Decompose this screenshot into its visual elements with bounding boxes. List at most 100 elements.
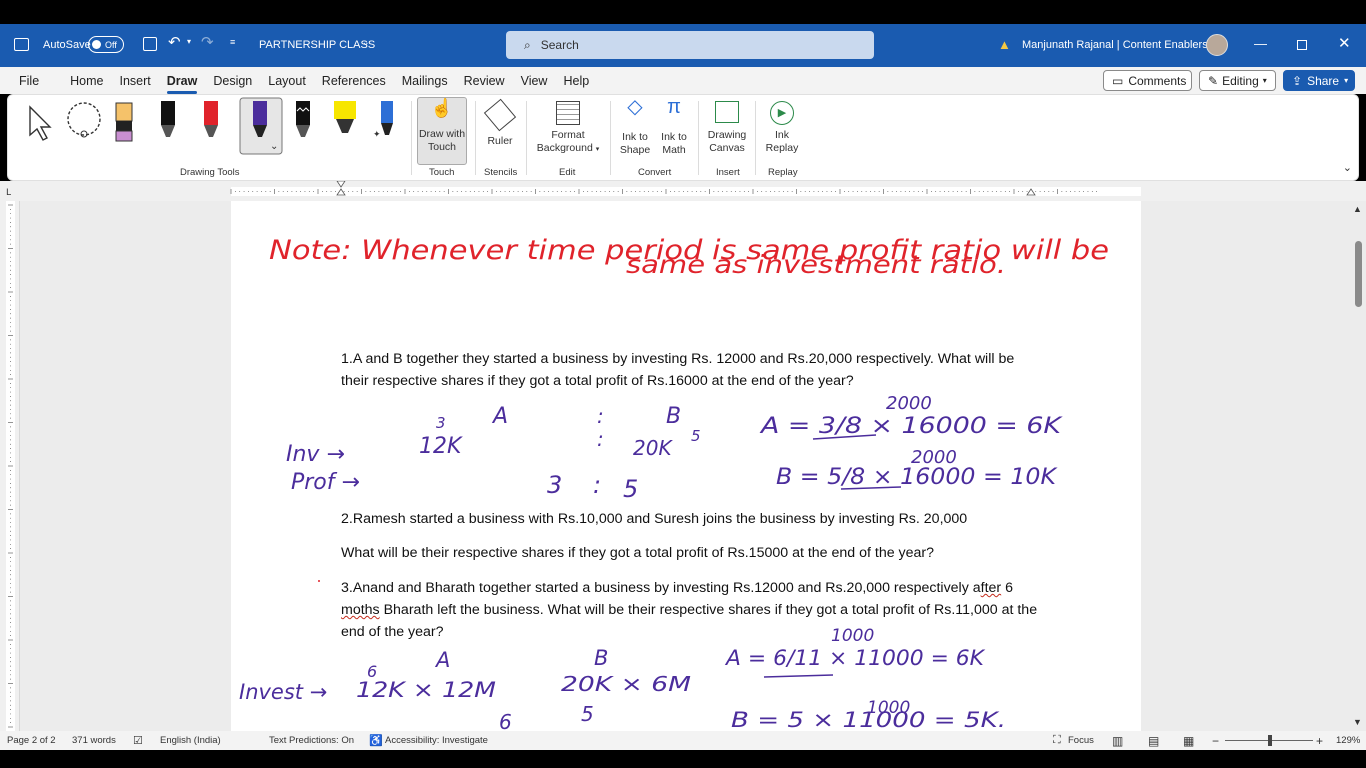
q3-misspelled-moths[interactable]: moths	[341, 602, 380, 618]
question-2-line2: What will be their respective shares if …	[341, 545, 935, 561]
editing-button[interactable]: ✎ Editing ▾	[1199, 70, 1276, 91]
redo-icon[interactable]: ↷	[201, 33, 214, 51]
tab-view[interactable]: View	[512, 74, 557, 88]
accessibility-status[interactable]: Accessibility: Investigate	[385, 735, 488, 746]
read-mode-icon[interactable]: ▥	[1112, 734, 1123, 748]
highlighter-icon[interactable]	[334, 101, 356, 133]
pattern-pen-icon[interactable]	[296, 101, 310, 137]
ink-b-label: B	[666, 404, 681, 429]
document-page[interactable]: Note: Whenever time period is same profi…	[231, 201, 1141, 731]
share-button[interactable]: ⇪ Share ▾	[1283, 70, 1355, 91]
horizontal-ruler[interactable]: L	[0, 180, 1366, 201]
avatar[interactable]	[1206, 34, 1228, 56]
restore-icon[interactable]	[1297, 40, 1307, 50]
separator	[411, 101, 412, 175]
scroll-down-icon[interactable]: ▼	[1353, 717, 1362, 727]
ink-replay-button[interactable]: ▶ Ink Replay	[764, 101, 800, 155]
proofing-icon[interactable]: ☑	[133, 734, 143, 747]
focus-button[interactable]: Focus	[1068, 735, 1094, 746]
language[interactable]: English (India)	[160, 735, 221, 746]
black-pen-icon[interactable]	[161, 101, 175, 137]
chevron-down-icon: ▾	[1344, 76, 1349, 85]
ruler-label: Ruler	[487, 135, 513, 147]
question-2-line1: 2.Ramesh started a business with Rs.10,0…	[341, 511, 968, 527]
ink-to-math-button[interactable]: π Ink to Math	[656, 97, 692, 157]
autosave-state: Off	[105, 39, 117, 50]
draw-with-touch-button[interactable]: ☝ Draw with Touch	[417, 97, 467, 165]
title-dropdown-icon[interactable]: ⌄	[362, 37, 370, 48]
tab-home[interactable]: Home	[61, 74, 112, 88]
tab-insert[interactable]: Insert	[111, 74, 160, 88]
vertical-ruler-ticks	[6, 201, 15, 767]
document-title[interactable]: PARTNERSHIP CLASS	[259, 39, 375, 51]
zoom-slider-thumb[interactable]	[1268, 735, 1272, 746]
undo-dropdown-icon[interactable]: ▾	[187, 37, 191, 46]
ink-q3-b: B	[594, 646, 608, 670]
select-icon[interactable]	[29, 105, 52, 141]
tab-layout[interactable]: Layout	[259, 74, 315, 88]
word-count[interactable]: 371 words	[72, 735, 116, 746]
tab-design[interactable]: Design	[204, 74, 261, 88]
format-background-button[interactable]: Format Background ▾	[531, 101, 605, 156]
tab-mailings[interactable]: Mailings	[393, 74, 457, 88]
tab-review[interactable]: Review	[455, 74, 514, 88]
search-icon: ⌕	[524, 37, 531, 52]
q3-misspelled-after[interactable]: fter	[981, 580, 1002, 596]
word-app-icon[interactable]	[14, 38, 29, 51]
ink-a-label: A	[491, 404, 508, 429]
tab-draw[interactable]: Draw	[158, 74, 207, 94]
ink-inv: Inv →	[286, 442, 345, 467]
lasso-icon[interactable]	[67, 102, 101, 138]
warning-icon[interactable]: ▲	[998, 37, 1011, 52]
save-icon[interactable]	[143, 37, 157, 51]
scroll-thumb[interactable]	[1355, 241, 1362, 307]
ink-ratio-colon: :	[593, 471, 601, 499]
ink-q3-b-calc-top: 1000	[867, 698, 910, 718]
customize-qat-icon[interactable]: ≡	[230, 37, 235, 47]
group-touch: Touch	[429, 167, 455, 178]
autosave-toggle[interactable]: Off	[88, 36, 124, 53]
ink-invest: Invest →	[239, 680, 327, 704]
tab-file[interactable]: File	[10, 74, 48, 88]
galaxy-pen-icon[interactable]: ✦	[373, 101, 393, 139]
scroll-up-icon[interactable]: ▲	[1353, 204, 1362, 214]
eraser-icon[interactable]	[115, 102, 133, 142]
zoom-in-icon[interactable]: +	[1316, 734, 1323, 748]
ink-a-inv-reduced: 3	[436, 414, 446, 432]
red-pen-icon[interactable]	[204, 101, 218, 137]
search-placeholder: Search	[540, 38, 579, 52]
ink-to-shape-button[interactable]: ◇ Ink to Shape	[617, 97, 653, 157]
text-predictions[interactable]: Text Predictions: On	[269, 735, 354, 746]
search-box[interactable]: ⌕ Search	[506, 31, 874, 59]
ruler-icon	[483, 98, 517, 132]
vertical-scrollbar[interactable]: ▲ ▼	[1350, 201, 1366, 731]
user-name[interactable]: Manjunath Rajanal | Content Enablers	[1022, 39, 1208, 51]
undo-icon[interactable]: ↶	[168, 33, 181, 51]
canvas-icon	[715, 101, 739, 123]
svg-text:L: L	[6, 188, 11, 198]
group-replay: Replay	[768, 167, 798, 178]
ruler-button[interactable]: Ruler	[482, 98, 518, 148]
print-layout-icon[interactable]: ▤	[1148, 734, 1159, 748]
drawing-canvas-button[interactable]: Drawing Canvas	[705, 101, 749, 155]
collapse-ribbon-icon[interactable]: ⌄	[1343, 161, 1352, 174]
vertical-ruler[interactable]	[0, 201, 20, 767]
ink-a-calc-top: 2000	[886, 393, 932, 414]
close-icon[interactable]: ✕	[1338, 34, 1351, 52]
ink-q3-ratio-a: 6	[499, 710, 512, 731]
focus-icon: ⛶	[1053, 734, 1061, 746]
tab-help[interactable]: Help	[554, 74, 598, 88]
zoom-level[interactable]: 129%	[1336, 735, 1360, 746]
pencil-icon: ✎	[1208, 73, 1219, 88]
menu-tabs: File Home Insert Draw Design Layout Refe…	[10, 74, 598, 94]
separator	[610, 101, 611, 175]
minimize-icon[interactable]: —	[1254, 36, 1267, 51]
title-bar: AutoSave Off ↶ ▾ ↷ ≡ PARTNERSHIP CLASS ⌄…	[0, 24, 1366, 67]
tab-references[interactable]: References	[313, 74, 395, 88]
zoom-out-icon[interactable]: −	[1212, 734, 1219, 748]
comments-button[interactable]: ▭ Comments	[1103, 70, 1192, 91]
ink-q3-a-inv: 12K × 12M	[356, 678, 496, 702]
web-layout-icon[interactable]: ▦	[1183, 734, 1194, 748]
page-count[interactable]: Page 2 of 2	[7, 735, 56, 746]
pen-tools: ⌄ ✦	[29, 97, 393, 155]
